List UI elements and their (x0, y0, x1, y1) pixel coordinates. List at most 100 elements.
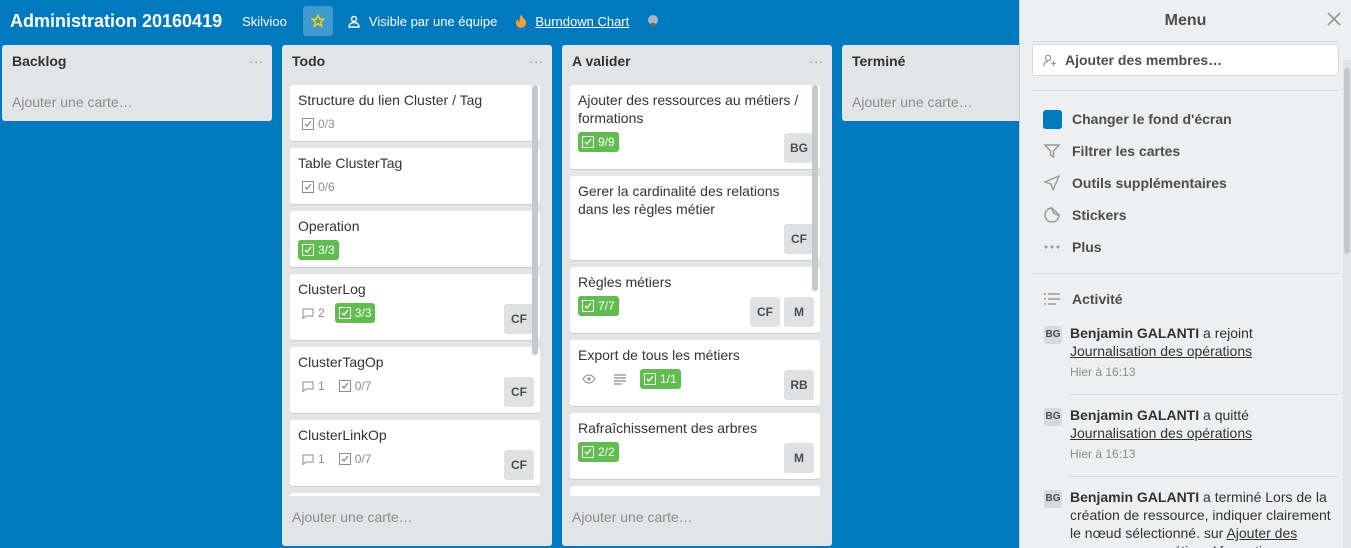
card-title: Ajouter des ressources au métiers / form… (578, 92, 799, 126)
list-menu-icon[interactable]: ... (529, 51, 544, 69)
menu-item-stickers[interactable]: Stickers (1020, 199, 1351, 231)
avatar[interactable]: CF (750, 297, 780, 327)
card-title: Table ClusterTag (298, 155, 403, 171)
add-members-button[interactable]: Ajouter des membres… (1032, 44, 1339, 76)
activity-item: BG Benjamin GALANTI a terminé Lors de la… (1020, 488, 1351, 548)
burndown-label: Burndown Chart (535, 13, 630, 29)
checklist-icon (338, 380, 351, 392)
activity-item: BG Benjamin GALANTI a quitté Journalisat… (1020, 406, 1351, 477)
comment-icon (302, 381, 314, 392)
menu-scrollbar-thumb[interactable] (1344, 68, 1350, 254)
card-title: ClusterLog (298, 281, 366, 297)
add-card-button[interactable]: Ajouter une carte… (562, 502, 832, 532)
list-backlog: Backlog ... Ajouter une carte… (2, 45, 272, 121)
avatar[interactable]: BG (1044, 326, 1062, 344)
description-icon (610, 369, 634, 389)
card-title: Règles métiers (578, 274, 672, 290)
checklist-badge: 1/1 (640, 369, 681, 389)
card[interactable]: Table ClusterTag 0/6 (290, 148, 540, 204)
activity-user[interactable]: Benjamin GALANTI (1070, 407, 1199, 423)
avatar[interactable]: BG (784, 133, 814, 163)
activity-time[interactable]: Hier à 16:13 (1070, 363, 1339, 395)
avatar[interactable]: BG (1044, 408, 1062, 426)
card[interactable]: Règles métiers 7/7 CF M (570, 267, 820, 333)
checklist-icon (582, 446, 594, 458)
add-card-button[interactable]: Ajouter une carte… (282, 502, 552, 532)
avatar[interactable]: CF (504, 377, 534, 407)
star-icon[interactable] (302, 6, 333, 36)
list-title[interactable]: Todo (292, 53, 325, 69)
checklist-icon (644, 373, 656, 385)
activity-time[interactable]: Hier à 16:13 (1070, 445, 1339, 477)
checklist-badge: 2/2 (578, 442, 619, 462)
close-icon[interactable] (1327, 12, 1341, 31)
avatar[interactable]: BG (1044, 490, 1062, 508)
card[interactable]: Rafraîchissement des arbres 2/2 M (570, 413, 820, 479)
menu-item-filter[interactable]: Filtrer les cartes (1020, 135, 1351, 167)
list-title[interactable]: A valider (572, 53, 631, 69)
board-title[interactable]: Administration 20160419 (10, 11, 222, 32)
checklist-badge: 0/7 (335, 376, 376, 396)
menu-item-background[interactable]: Changer le fond d'écran (1020, 103, 1351, 135)
sticker-icon (1042, 207, 1062, 223)
avatar[interactable]: M (784, 297, 814, 327)
checklist-icon (582, 300, 594, 312)
avatar[interactable]: CF (784, 224, 814, 254)
activity-icon (1042, 292, 1062, 306)
activity-item: BG Benjamin GALANTI a rejoint Journalisa… (1020, 324, 1351, 395)
activity-target-link[interactable]: Journalisation des opérations (1070, 425, 1252, 441)
card[interactable]: ClusterLog 2 3/3 CF (290, 274, 540, 340)
card[interactable]: ClusterLinkOp 1 0/7 CF (290, 420, 540, 486)
powerup-icon[interactable] (647, 14, 659, 28)
card[interactable]: Structure du lien Cluster / Tag 0/3 (290, 85, 540, 141)
activity-target-link[interactable]: Journalisation des opérations (1070, 343, 1252, 359)
list-title[interactable]: Backlog (12, 53, 66, 69)
activity-user[interactable]: Benjamin GALANTI (1070, 325, 1199, 341)
checklist-badge: 0/6 (298, 177, 339, 197)
checklist-icon (302, 118, 314, 130)
card[interactable] (570, 486, 820, 496)
card[interactable]: Operation 3/3 (290, 211, 540, 267)
comments-badge: 1 (298, 376, 329, 396)
avatar[interactable]: CF (504, 304, 534, 334)
scrollbar[interactable] (532, 85, 538, 355)
side-menu: Menu Ajouter des membres… Changer le fon… (1019, 0, 1351, 548)
add-card-button[interactable]: Ajouter une carte… (2, 83, 272, 121)
card[interactable] (290, 493, 540, 496)
list-menu-icon[interactable]: ... (809, 51, 824, 69)
card[interactable]: Gerer la cardinalité des relations dans … (570, 176, 820, 260)
team-name[interactable]: Skilvioo (242, 14, 287, 29)
menu-title: Menu (1164, 11, 1207, 29)
checklist-icon (582, 136, 594, 148)
card-title: Export de tous les métiers (578, 347, 740, 363)
list-header: Backlog ... (2, 45, 272, 77)
card[interactable]: Export de tous les métiers 1/1 RB (570, 340, 820, 406)
list-menu-icon[interactable]: ... (249, 51, 264, 69)
visibility-button[interactable]: Visible par une équipe (347, 14, 497, 29)
menu-item-more[interactable]: Plus (1020, 231, 1351, 263)
background-swatch-icon (1042, 109, 1062, 129)
board-header: Administration 20160419 Skilvioo Visible… (0, 0, 1019, 42)
comments-badge: 2 (298, 303, 329, 323)
card-title: Rafraîchissement des arbres (578, 420, 757, 436)
menu-item-powerups[interactable]: Outils supplémentaires (1020, 167, 1351, 199)
menu-header: Menu (1032, 0, 1341, 42)
fire-icon (515, 14, 527, 28)
avatar[interactable]: M (784, 443, 814, 473)
visibility-label: Visible par une équipe (368, 13, 498, 29)
avatar[interactable]: CF (504, 450, 534, 480)
checklist-badge: 0/3 (298, 114, 339, 134)
list-a-valider: A valider ... Ajouter des ressources au … (562, 45, 832, 546)
card[interactable]: Ajouter des ressources au métiers / form… (570, 85, 820, 169)
activity-header: Activité (1020, 283, 1351, 315)
card[interactable]: ClusterTagOp 1 0/7 CF (290, 347, 540, 413)
avatar[interactable]: RB (784, 370, 814, 400)
more-icon (1042, 245, 1062, 249)
card-title: ClusterTagOp (298, 354, 384, 370)
list-title[interactable]: Terminé (852, 53, 905, 69)
burndown-button[interactable]: Burndown Chart (515, 14, 629, 29)
checklist-badge: 7/7 (578, 296, 619, 316)
checklist-badge: 9/9 (578, 132, 619, 152)
activity-user[interactable]: Benjamin GALANTI (1070, 489, 1199, 505)
scrollbar[interactable] (812, 85, 818, 291)
